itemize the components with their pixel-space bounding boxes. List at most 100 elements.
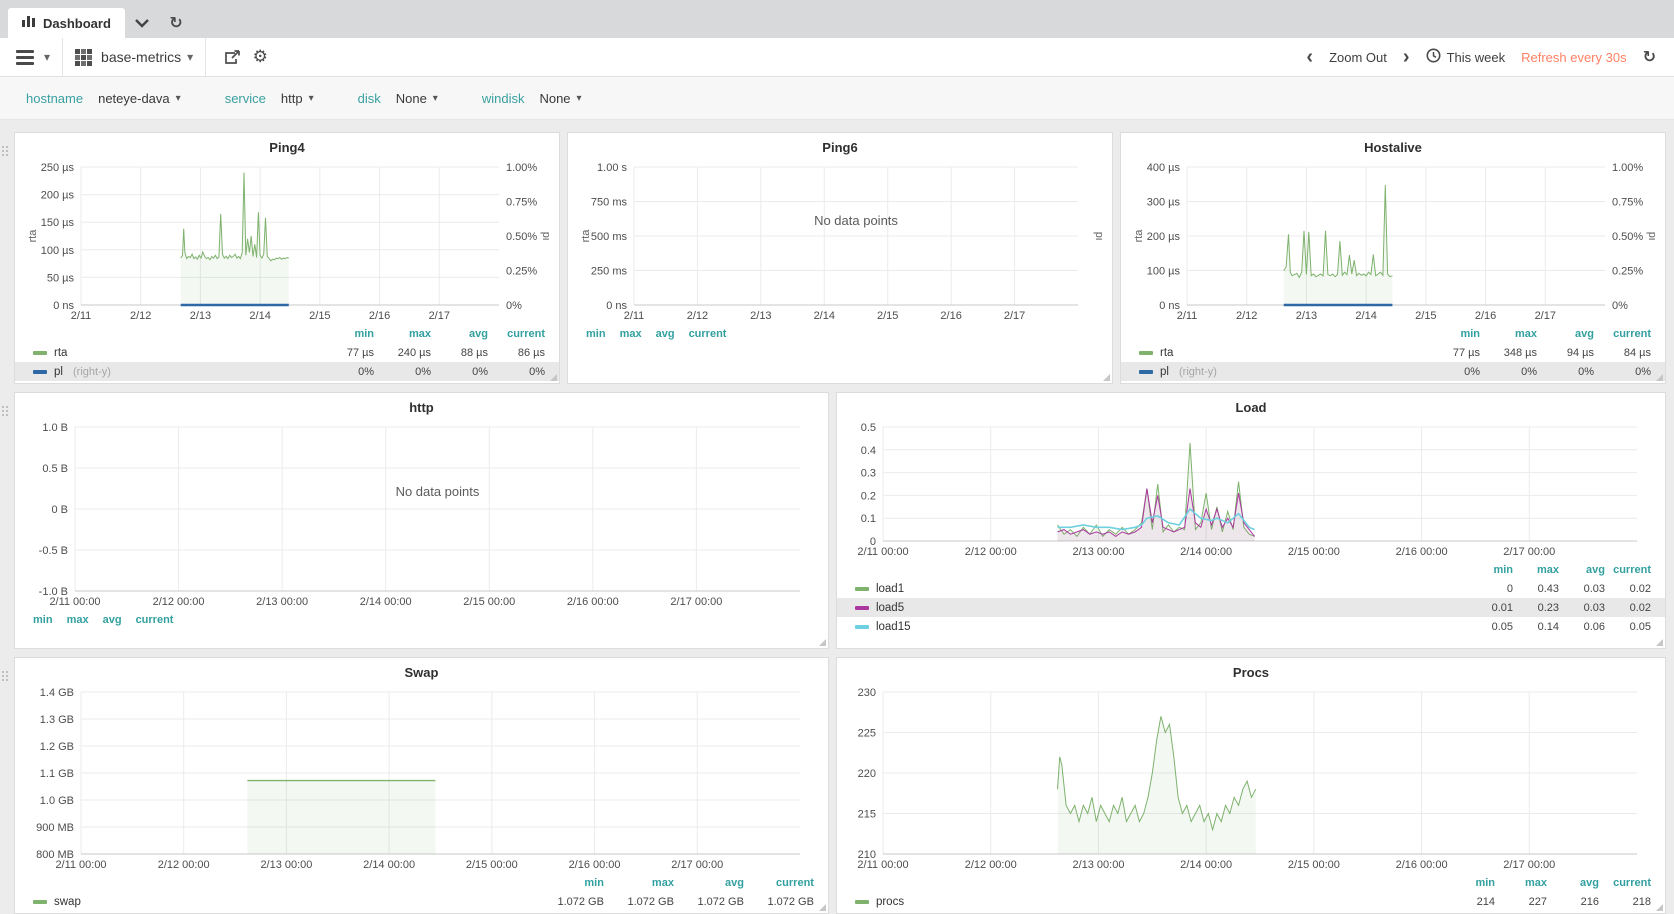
- chart-canvas[interactable]: 2/112/122/132/142/152/162/17250 µs200 µs…: [25, 159, 549, 323]
- panel-title[interactable]: Hostalive: [1131, 137, 1655, 159]
- panel-title[interactable]: Swap: [25, 662, 818, 684]
- refresh-interval-button[interactable]: Refresh every 30s: [1521, 50, 1627, 65]
- legend-header-max[interactable]: max: [1513, 564, 1559, 576]
- variable-windisk-dropdown[interactable]: None ▾: [539, 91, 581, 106]
- svg-text:1.1 GB: 1.1 GB: [40, 768, 74, 780]
- legend-header-max[interactable]: max: [67, 614, 89, 626]
- svg-text:0%: 0%: [1612, 300, 1628, 312]
- time-range-picker[interactable]: This week: [1426, 48, 1506, 66]
- legend-header-avg[interactable]: avg: [656, 328, 675, 340]
- time-shift-forward-icon[interactable]: ›: [1403, 47, 1410, 67]
- legend-header-current[interactable]: current: [689, 328, 727, 340]
- menu-icon[interactable]: [16, 50, 34, 65]
- legend-header-avg[interactable]: avg: [674, 877, 744, 889]
- series-name[interactable]: load15: [876, 621, 911, 633]
- legend-header-current[interactable]: current: [136, 614, 174, 626]
- legend-header-max[interactable]: max: [604, 877, 674, 889]
- settings-gear-icon[interactable]: ⚙: [246, 43, 274, 71]
- series-swatch-icon: [1139, 370, 1153, 374]
- legend-header-avg[interactable]: avg: [1537, 328, 1594, 340]
- svg-text:150 µs: 150 µs: [41, 217, 75, 229]
- clock-icon: [1426, 48, 1441, 66]
- legend-header-min[interactable]: min: [534, 877, 604, 889]
- legend-header-max[interactable]: max: [374, 328, 431, 340]
- legend-header-current[interactable]: current: [1605, 564, 1651, 576]
- chart-canvas[interactable]: 2/11 00:002/12 00:002/13 00:002/14 00:00…: [847, 419, 1655, 559]
- series-swatch-icon: [1139, 351, 1153, 355]
- panel-title[interactable]: Ping4: [25, 137, 549, 159]
- svg-text:0.2: 0.2: [861, 490, 876, 502]
- series-name[interactable]: swap: [54, 896, 81, 908]
- tab-dashboard[interactable]: Dashboard: [8, 8, 125, 38]
- row-drag-handle[interactable]: [2, 671, 8, 681]
- panel-title[interactable]: Procs: [847, 662, 1655, 684]
- panel-resize-handle[interactable]: [1656, 374, 1663, 381]
- panel-ping6: Ping6 2/112/122/132/142/152/162/171.00 s…: [567, 132, 1113, 384]
- variable-service-dropdown[interactable]: http ▾: [281, 91, 314, 106]
- panel-resize-handle[interactable]: [550, 374, 557, 381]
- legend-header-max[interactable]: max: [1480, 328, 1537, 340]
- legend-header-avg[interactable]: avg: [431, 328, 488, 340]
- tabs-chevron-down-icon[interactable]: [125, 8, 159, 38]
- dashboard-picker-dropdown[interactable]: base-metrics ▾: [101, 49, 193, 65]
- tab-refresh-icon[interactable]: ↻: [159, 8, 193, 38]
- time-shift-back-icon[interactable]: ‹: [1306, 47, 1313, 67]
- chart-canvas[interactable]: 2/112/122/132/142/152/162/171.00 s750 ms…: [578, 159, 1102, 323]
- panel-row-3: Swap 2/11 00:002/12 00:002/13 00:002/14 …: [14, 657, 1666, 914]
- legend-header-min[interactable]: min: [33, 614, 53, 626]
- legend-header-avg[interactable]: avg: [103, 614, 122, 626]
- chart-canvas[interactable]: 2/11 00:002/12 00:002/13 00:002/14 00:00…: [847, 684, 1655, 872]
- legend-header-min[interactable]: min: [317, 328, 374, 340]
- legend-stat-avg: 1.072 GB: [674, 896, 744, 908]
- panel-resize-handle[interactable]: [819, 904, 826, 911]
- panel-resize-handle[interactable]: [1103, 374, 1110, 381]
- chart-canvas[interactable]: 2/11 00:002/12 00:002/13 00:002/14 00:00…: [25, 684, 818, 872]
- series-name[interactable]: load1: [876, 583, 904, 595]
- legend-stat-current: 0.05: [1605, 621, 1651, 633]
- series-name[interactable]: rta: [54, 347, 67, 359]
- legend-header-min[interactable]: min: [1443, 877, 1495, 889]
- svg-text:2/17: 2/17: [429, 310, 450, 322]
- series-name[interactable]: rta: [1160, 347, 1173, 359]
- variable-hostname-dropdown[interactable]: neteye-dava ▾: [98, 91, 181, 106]
- zoom-out-button[interactable]: Zoom Out: [1329, 50, 1387, 65]
- legend-row-load5: load50.010.230.030.02: [837, 598, 1665, 617]
- legend-header-max[interactable]: max: [1495, 877, 1547, 889]
- panel-resize-handle[interactable]: [1656, 904, 1663, 911]
- panel-title[interactable]: http: [25, 397, 818, 419]
- series-name[interactable]: procs: [876, 896, 904, 908]
- legend-header-current[interactable]: current: [1594, 328, 1651, 340]
- series-name[interactable]: load5: [876, 602, 904, 614]
- panel-resize-handle[interactable]: [819, 639, 826, 646]
- legend-header-avg[interactable]: avg: [1547, 877, 1599, 889]
- series-name[interactable]: pl: [54, 366, 63, 378]
- panel-hostalive: Hostalive 2/112/122/132/142/152/162/1740…: [1120, 132, 1666, 384]
- row-drag-handle[interactable]: [2, 406, 8, 416]
- legend-header-current[interactable]: current: [488, 328, 545, 340]
- series-name[interactable]: pl: [1160, 366, 1169, 378]
- legend-header-avg[interactable]: avg: [1559, 564, 1605, 576]
- refresh-icon[interactable]: ↻: [1643, 47, 1656, 67]
- dashboard-grid-icon[interactable]: [75, 49, 92, 66]
- row-drag-handle[interactable]: [2, 146, 8, 156]
- panel-title[interactable]: Ping6: [578, 137, 1102, 159]
- variable-disk-dropdown[interactable]: None ▾: [396, 91, 438, 106]
- legend-header-min[interactable]: min: [586, 328, 606, 340]
- chart-canvas[interactable]: 2/112/122/132/142/152/162/17400 µs300 µs…: [1131, 159, 1655, 323]
- menu-caret-icon[interactable]: ▾: [44, 50, 50, 64]
- svg-text:2/16 00:00: 2/16 00:00: [1396, 546, 1448, 558]
- panel-resize-handle[interactable]: [1656, 639, 1663, 646]
- legend-header-min[interactable]: min: [1423, 328, 1480, 340]
- panel-row-1: Ping4 2/112/122/132/142/152/162/17250 µs…: [14, 132, 1666, 384]
- variable-windisk: windisk None ▾: [482, 91, 582, 106]
- legend-header-current[interactable]: current: [1599, 877, 1651, 889]
- legend-row-rta: rta77 µs348 µs94 µs84 µs: [1121, 343, 1665, 362]
- chart-canvas[interactable]: 2/11 00:002/12 00:002/13 00:002/14 00:00…: [25, 419, 818, 609]
- legend-header-current[interactable]: current: [744, 877, 814, 889]
- svg-text:900 MB: 900 MB: [36, 822, 74, 834]
- legend-header-max[interactable]: max: [620, 328, 642, 340]
- panel-title[interactable]: Load: [847, 397, 1655, 419]
- share-icon[interactable]: [218, 43, 246, 71]
- legend-header-min[interactable]: min: [1467, 564, 1513, 576]
- panel-legend: min max avg current: [15, 610, 828, 626]
